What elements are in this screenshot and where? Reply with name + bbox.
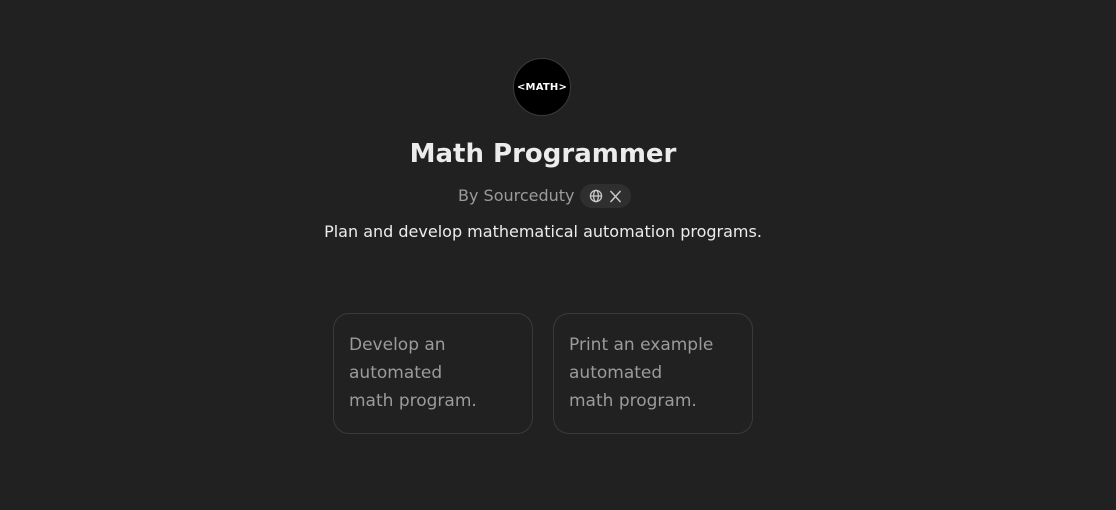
author-name: By Sourceduty (458, 186, 575, 205)
starter-card[interactable]: Develop an automated math program. (333, 313, 533, 434)
x-logo-icon[interactable] (609, 190, 622, 203)
social-links[interactable] (579, 184, 631, 208)
gpt-title: Math Programmer (409, 139, 677, 169)
gpt-avatar: <MATH> (513, 58, 571, 116)
globe-icon[interactable] (589, 189, 603, 203)
starter-card[interactable]: Print an example automated math program. (553, 313, 753, 434)
gpt-description: Plan and develop mathematical automation… (324, 222, 762, 241)
starter-text: Develop an automated math program. (349, 335, 477, 411)
starter-text: Print an example automated math program. (569, 335, 714, 411)
avatar-label: <MATH> (516, 81, 568, 93)
author-byline: By Sourceduty (458, 183, 631, 209)
conversation-starters: Develop an automated math program. Print… (333, 313, 753, 434)
gpt-landing: <MATH> Math Programmer By Sourceduty Pla… (0, 0, 1116, 510)
